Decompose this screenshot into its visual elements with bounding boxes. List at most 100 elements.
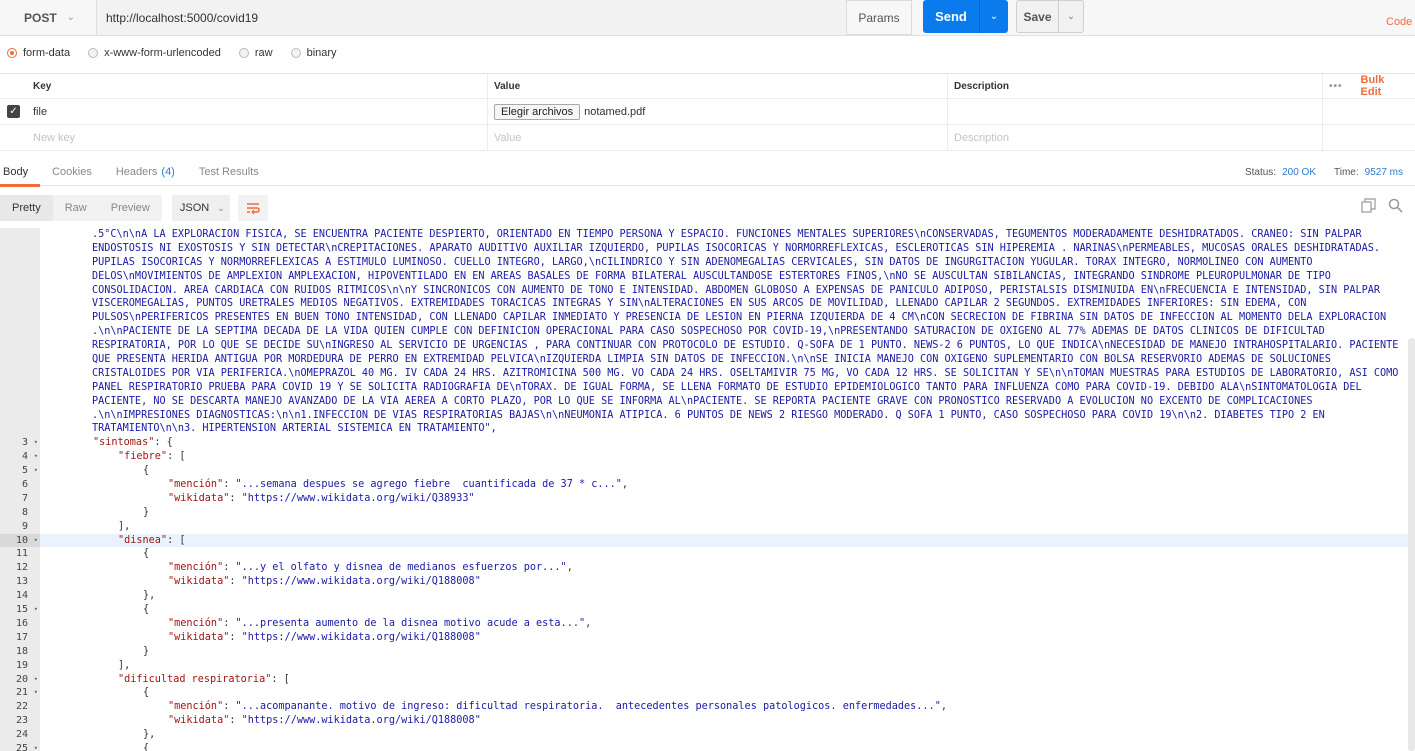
fold-toggle-icon[interactable]: ▾	[34, 603, 38, 617]
code-line: PUPILAS ISOCORICAS Y NORMORREFLEXICAS A …	[0, 256, 1415, 270]
code-line: CRISTALOIDES POR VIA PERIFERICA.\nOMEPRA…	[0, 367, 1415, 381]
line-number: 14	[15, 590, 28, 602]
code-line: 25 ▾ {	[0, 742, 1415, 751]
view-raw[interactable]: Raw	[53, 195, 99, 221]
radio-icon[interactable]	[290, 48, 301, 58]
row-key[interactable]: file	[27, 99, 487, 124]
tab-body[interactable]: Body	[0, 158, 41, 187]
wrap-lines-icon[interactable]	[237, 195, 268, 221]
choose-file-button[interactable]: Elegir archivos	[494, 103, 581, 120]
code-lines: .5°C\n\nA LA EXPLORACION FISICA, SE ENCU…	[0, 228, 1415, 751]
code-line: 15 ▾ {	[0, 603, 1415, 617]
tab-headers[interactable]: Headers (4)	[104, 158, 187, 186]
chevron-down-icon[interactable]: ⌄	[1059, 1, 1083, 32]
method-select[interactable]: POST ⌄	[0, 0, 97, 35]
radio-icon[interactable]	[88, 48, 99, 58]
row-description[interactable]	[947, 99, 1322, 124]
code-line: 23 "wikidata": "https://www.wikidata.org/…	[0, 714, 1415, 728]
line-number	[0, 256, 40, 270]
format-select[interactable]: JSON ⌄	[171, 195, 230, 221]
code-text: "mención": "...presenta aumento de la di…	[168, 617, 592, 629]
radio-selected-icon[interactable]	[7, 48, 17, 58]
code-text: },	[143, 729, 156, 741]
header-actions: ••• Bulk Edit	[1322, 74, 1415, 98]
line-number	[0, 297, 40, 311]
line-number	[0, 228, 40, 242]
checkbox-checked-icon[interactable]: ✓	[7, 105, 20, 118]
code-line: 3 ▾ "sintomas": {	[0, 436, 1415, 450]
new-value-input[interactable]: Value	[487, 125, 947, 150]
fold-toggle-icon[interactable]: ▾	[34, 742, 38, 751]
code-text: .5°C\n\nA LA EXPLORACION FISICA, SE ENCU…	[40, 228, 1362, 242]
code-text: ],	[118, 520, 131, 532]
json-key: "sintomas"	[93, 437, 155, 449]
radio-form-data[interactable]: form-data	[7, 47, 70, 59]
radio-label: form-data	[23, 47, 71, 59]
new-description-input[interactable]: Description	[947, 125, 1322, 150]
table-row: ✓ file Elegir archivos notamed.pdf	[0, 99, 1415, 125]
code-line: PULSOS\nPERIFERICOS PRESENTES EN BUEN TO…	[0, 311, 1415, 325]
send-button[interactable]: Send ⌄	[923, 0, 1008, 33]
save-label[interactable]: Save	[1017, 1, 1059, 32]
params-label: Params	[858, 10, 900, 25]
send-label[interactable]: Send	[923, 0, 980, 33]
fold-toggle-icon[interactable]: ▾	[34, 436, 38, 450]
tab-cookies[interactable]: Cookies	[40, 158, 104, 186]
line-number: 18	[15, 645, 28, 657]
code-text: "mención": "...y el olfato y disnea de m…	[168, 562, 573, 574]
tab-test-results[interactable]: Test Results	[187, 158, 271, 186]
fold-toggle-icon[interactable]: ▾	[34, 464, 38, 478]
more-options-icon[interactable]: •••	[1329, 81, 1343, 92]
radio-raw[interactable]: raw	[238, 47, 273, 59]
tab-label: Test Results	[198, 165, 259, 178]
code-line: 16 "mención": "...presenta aumento de la …	[0, 617, 1415, 631]
copy-icon[interactable]	[1361, 198, 1376, 216]
save-button[interactable]: Save ⌄	[1016, 0, 1084, 33]
code-line: 10 ▾ "disnea": [	[0, 533, 1415, 548]
code-line: 13 "wikidata": "https://www.wikidata.org/…	[0, 575, 1415, 589]
line-number: 25 ▾	[0, 742, 40, 751]
view-preview[interactable]: Preview	[99, 195, 162, 221]
json-key: "wikidata"	[168, 576, 230, 588]
code-link[interactable]: Code	[1386, 16, 1412, 28]
url-input[interactable]: http://localhost:5000/covid19	[97, 0, 846, 35]
code-text: {	[143, 687, 150, 699]
string-value: CRISTALOIDES POR VIA PERIFERICA.\nOMEPRA…	[92, 367, 1399, 379]
code-line: DELOS\nMOVIMIENTOS DE AMPLEXION AMPLEXAC…	[0, 270, 1415, 284]
status-value[interactable]: 200 OK	[1282, 167, 1316, 178]
form-data-table: Key Value Description ••• Bulk Edit ✓ fi…	[0, 73, 1415, 151]
code-line: 21 ▾ {	[0, 686, 1415, 700]
header-key: Key	[33, 80, 52, 92]
code-text: "wikidata": "https://www.wikidata.org/wi…	[168, 715, 481, 727]
string-value: .\n\nIMPRESIONES DIAGNOSTICAS:\n\n1.INFE…	[92, 409, 1325, 421]
search-icon[interactable]	[1388, 198, 1403, 216]
params-button[interactable]: Params	[846, 0, 912, 35]
radio-urlencoded[interactable]: x-www-form-urlencoded	[88, 47, 221, 59]
json-key: "mención"	[168, 701, 224, 713]
line-number: 7	[21, 492, 28, 504]
json-key: "mención"	[168, 617, 224, 629]
chevron-down-icon[interactable]: ⌄	[980, 0, 1008, 33]
code-line: 6 "mención": "...semana despues se agrego…	[0, 478, 1415, 492]
fold-toggle-icon[interactable]: ▾	[34, 450, 38, 464]
fold-toggle-icon[interactable]: ▾	[34, 673, 38, 687]
line-number: 15 ▾	[15, 603, 38, 617]
row-actions	[1322, 99, 1415, 124]
code-line: 19],	[0, 659, 1415, 673]
vertical-scrollbar[interactable]	[1408, 338, 1415, 751]
radio-binary[interactable]: binary	[290, 47, 337, 59]
line-number	[0, 422, 40, 436]
fold-toggle-icon[interactable]: ▾	[34, 534, 38, 548]
radio-icon[interactable]	[238, 48, 249, 58]
view-pretty[interactable]: Pretty	[0, 195, 53, 221]
time-value[interactable]: 9527 ms	[1365, 167, 1403, 178]
response-body-editor[interactable]: .5°C\n\nA LA EXPLORACION FISICA, SE ENCU…	[0, 228, 1415, 751]
line-number: 24	[15, 729, 28, 741]
header-check-cell	[0, 74, 27, 98]
fold-toggle-icon[interactable]: ▾	[34, 686, 38, 700]
line-number: 17	[15, 631, 28, 643]
new-key-input[interactable]: New key	[27, 125, 487, 150]
bulk-edit-link[interactable]: Bulk Edit	[1361, 74, 1407, 98]
code-line: RESPIRATORIA, POR LO QUE SE DECIDE SU\nI…	[0, 339, 1415, 353]
string-value: TRATAMIENTO\n\n3. HIPERTENSION ARTERIAL …	[92, 423, 497, 435]
